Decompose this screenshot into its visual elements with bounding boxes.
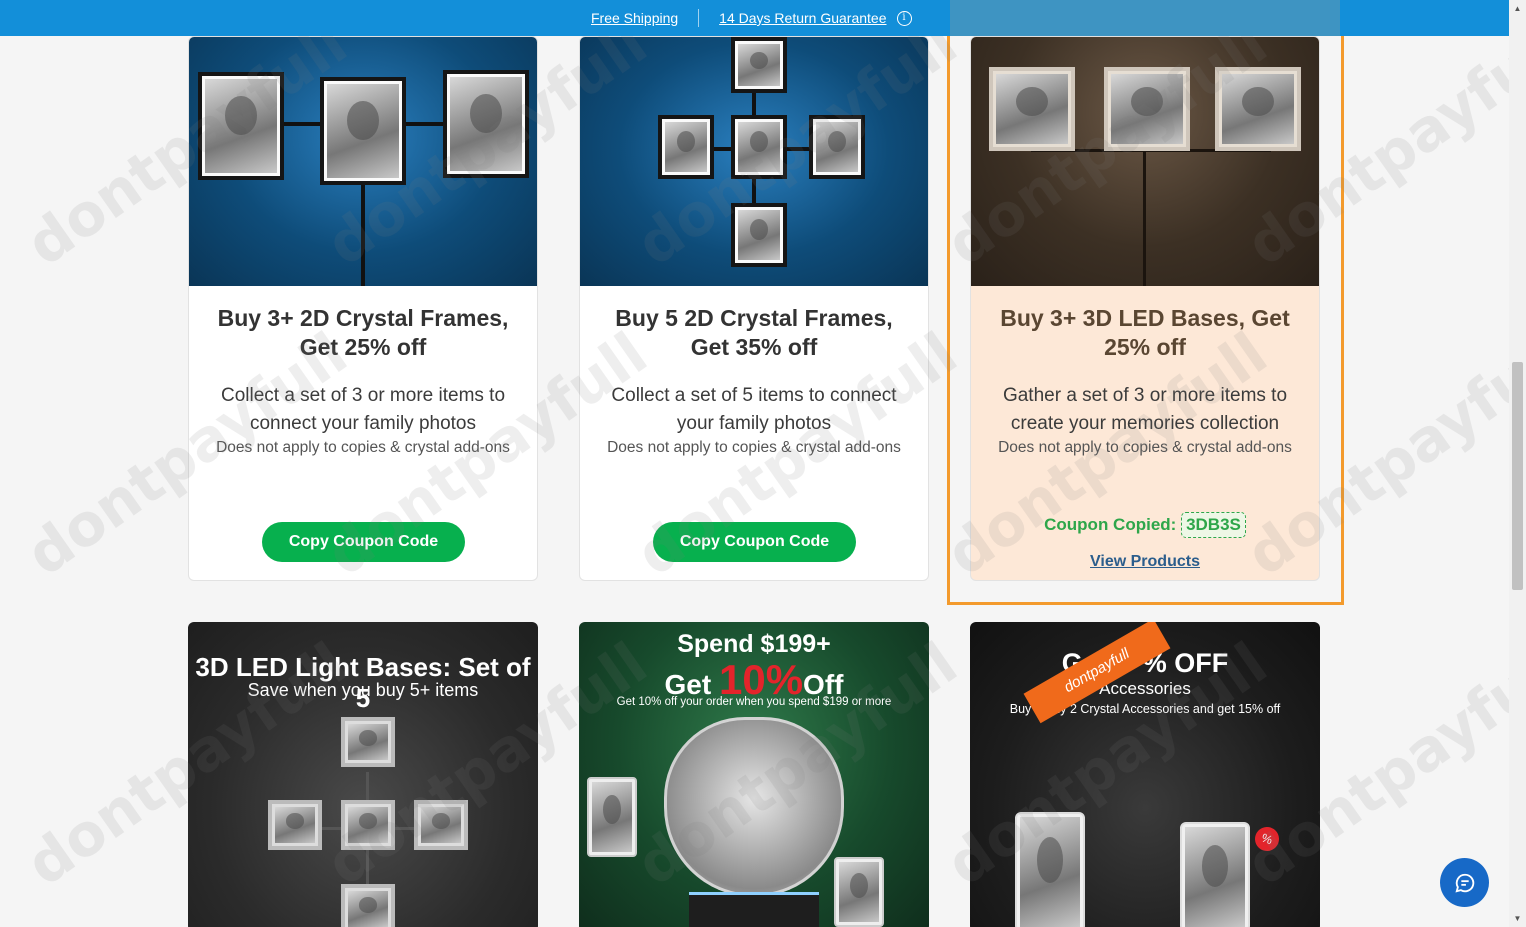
discount-tag-icon: %: [1251, 823, 1283, 855]
return-guarantee-link[interactable]: 14 Days Return Guarantee: [719, 10, 886, 26]
scrollbar-thumb[interactable]: [1512, 362, 1523, 590]
offer-card-1: Buy 3+ 2D Crystal Frames, Get 25% off Co…: [188, 36, 538, 581]
banner-subline: Accessories: [1099, 679, 1191, 698]
coupon-copied-status: Coupon Copied: 3DB3S: [971, 512, 1319, 538]
view-products-link[interactable]: View Products: [971, 553, 1319, 571]
topbar-highlight: [950, 0, 1340, 36]
promo-banner-led-set-5[interactable]: 3D LED Light Bases: Set of 5 Save when y…: [188, 622, 538, 927]
fine-print-start: Buy: [1009, 702, 1032, 716]
heart-crystal-image: [664, 717, 844, 897]
chat-button[interactable]: [1440, 858, 1489, 907]
promo-banner-spend-199[interactable]: Spend $199+ Get 10%Off Get 10% off your …: [579, 622, 929, 927]
info-icon[interactable]: i: [896, 10, 912, 26]
banner-subline: Save when you buy 5+ items: [247, 680, 479, 700]
offer-card-2: Buy 5 2D Crystal Frames, Get 35% off Col…: [579, 36, 929, 581]
scroll-up-arrow-icon[interactable]: ▲: [1509, 0, 1526, 17]
banner-fine-print: Get 10% off your order when you spend $1…: [616, 696, 892, 708]
divider: [698, 9, 700, 27]
offer-description: Collect a set of 3 or more items to conn…: [220, 385, 506, 434]
offer-title: Buy 3+ 3D LED Bases, Get 25% off: [1000, 305, 1290, 360]
scroll-down-arrow-icon[interactable]: ▼: [1509, 910, 1526, 927]
offer-image-2d-frames-set-5[interactable]: [580, 37, 928, 286]
promo-links: Free Shipping 14 Days Return Guarantee i: [591, 9, 912, 27]
vertical-scrollbar[interactable]: ▲ ▼: [1509, 0, 1526, 927]
offer-description: Collect a set of 5 items to connect your…: [611, 385, 897, 434]
offer-title: Buy 3+ 2D Crystal Frames, Get 25% off: [217, 305, 509, 360]
banner-line1: Spend $199+: [677, 630, 831, 658]
led-base: [689, 892, 819, 927]
offer-title: Buy 5 2D Crystal Frames, Get 35% off: [615, 305, 893, 360]
copy-coupon-button[interactable]: Copy Coupon Code: [262, 522, 465, 562]
promo-banner-accessories[interactable]: G% OFF Accessories Buy ny 2 Crystal Acces…: [970, 622, 1320, 927]
copy-coupon-button[interactable]: Copy Coupon Code: [653, 522, 856, 562]
offer-image-3d-led-bases[interactable]: [971, 37, 1319, 286]
chat-bubble-icon: [1454, 873, 1474, 893]
offer-note: Does not apply to copies & crystal add-o…: [216, 439, 510, 456]
banner-fine-print: Buy ny 2 Crystal Accessories and get 15% …: [970, 702, 1320, 716]
offer-description: Gather a set of 3 or more items to creat…: [1002, 385, 1288, 434]
offer-image-2d-frames-set-3[interactable]: [189, 37, 537, 286]
top-promo-bar: Free Shipping 14 Days Return Guarantee i: [0, 0, 1509, 36]
coupon-code[interactable]: 3DB3S: [1181, 512, 1246, 538]
offer-note: Does not apply to copies & crystal add-o…: [998, 439, 1292, 456]
free-shipping-link[interactable]: Free Shipping: [591, 10, 678, 26]
fine-print-end: ny 2 Crystal Accessories and get 15% off: [1053, 702, 1281, 716]
offer-card-3: Buy 3+ 3D LED Bases, Get 25% off Gather …: [970, 36, 1320, 581]
coupon-copied-label: Coupon Copied:: [1044, 515, 1177, 534]
offer-note: Does not apply to copies & crystal add-o…: [607, 439, 901, 456]
